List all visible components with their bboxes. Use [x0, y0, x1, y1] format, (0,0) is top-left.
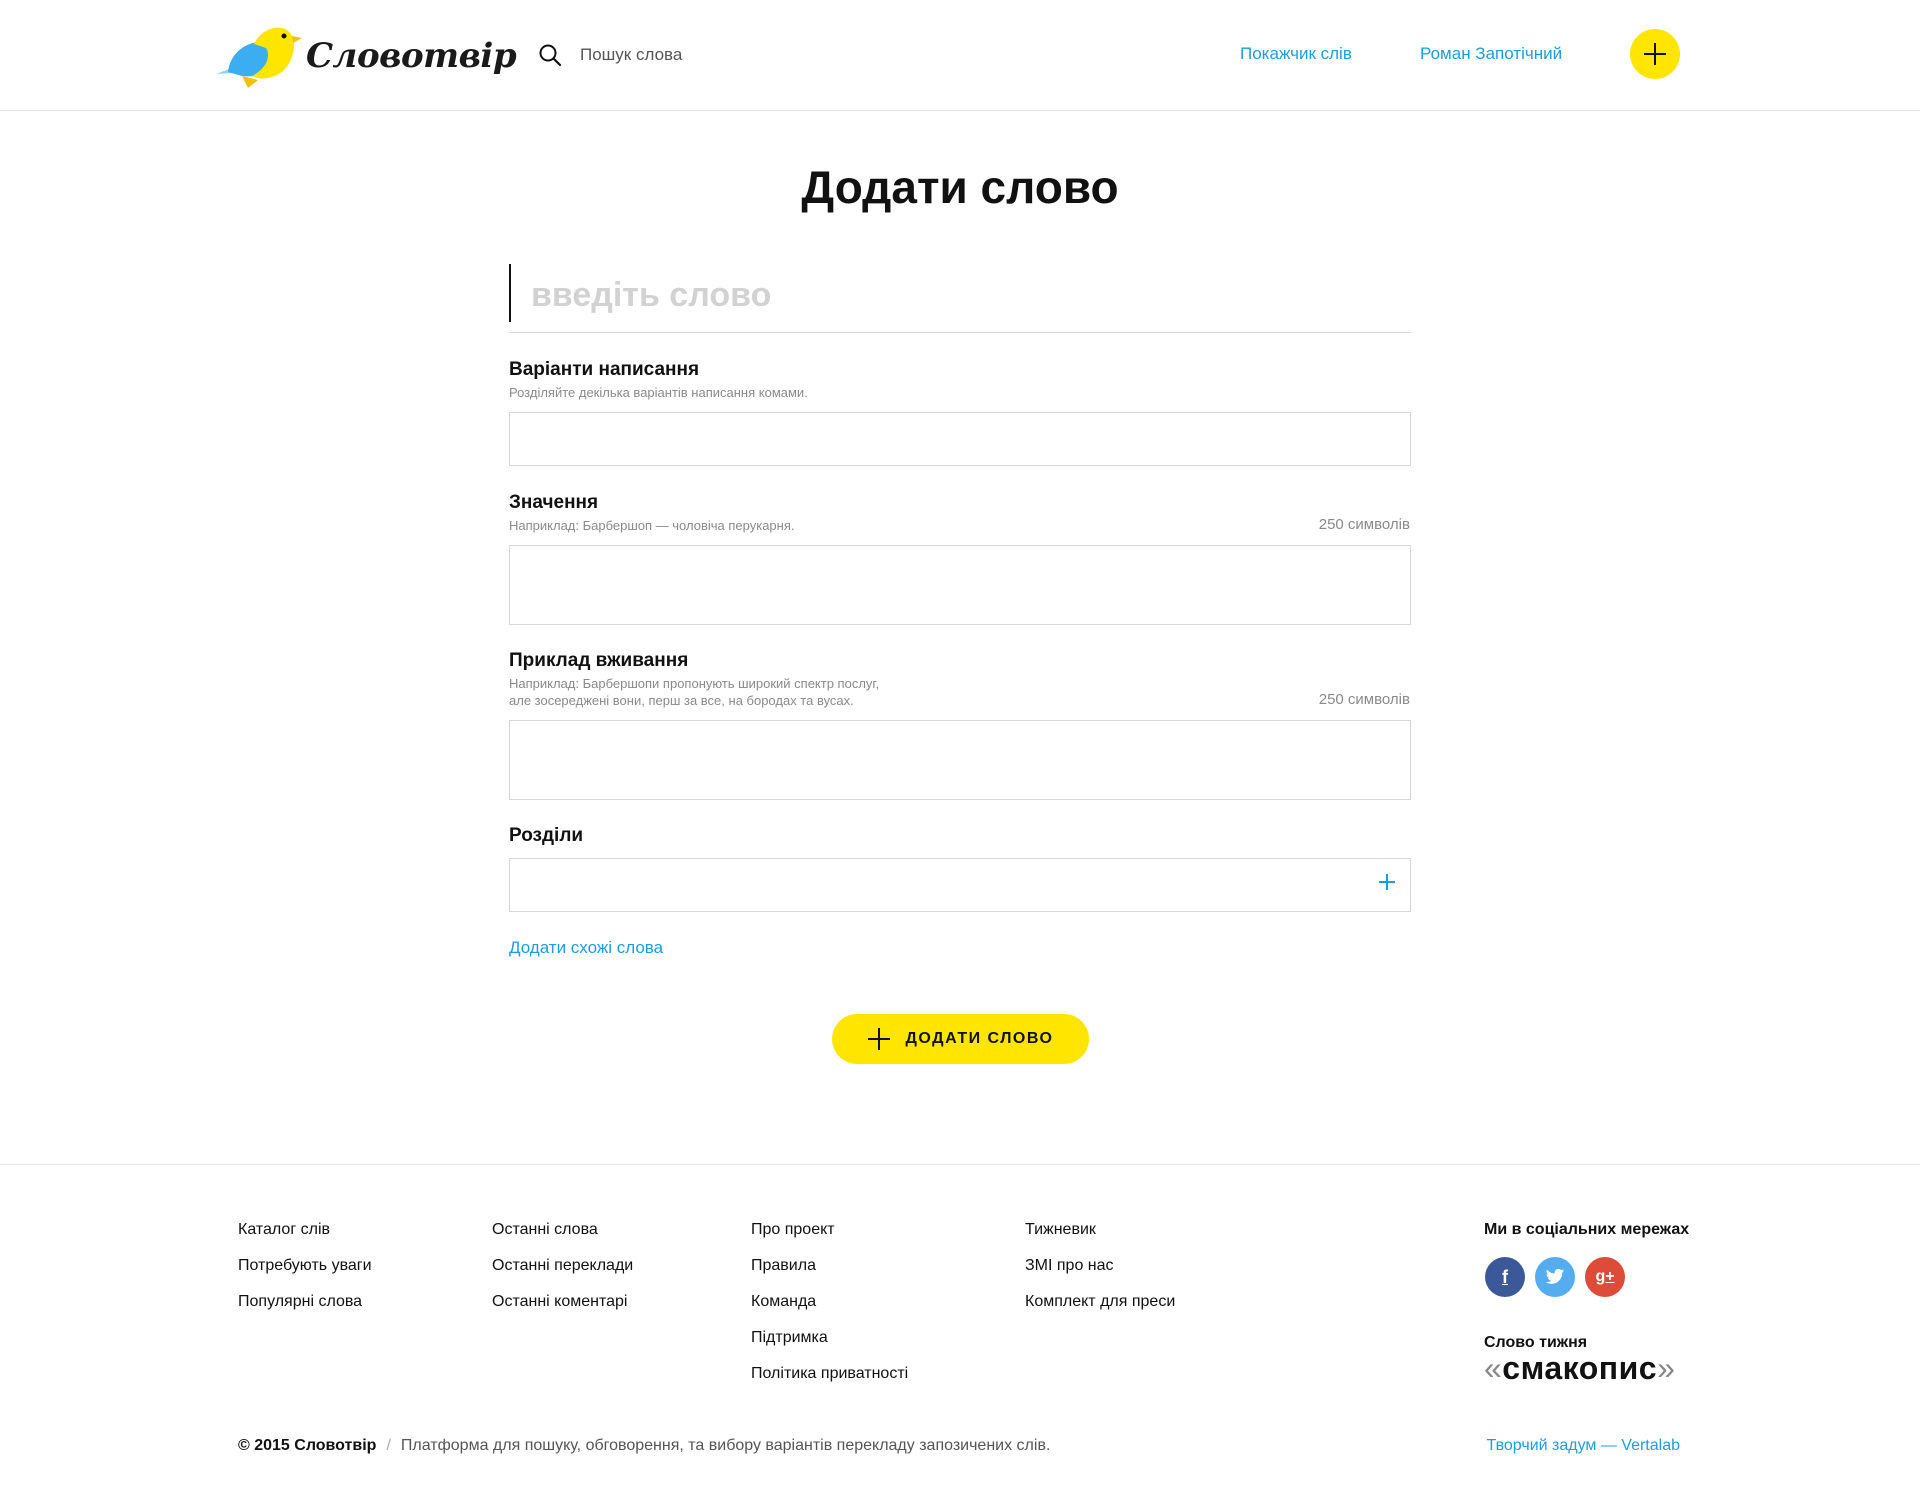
nav-link-user-profile[interactable]: Роман Запотічний	[1420, 44, 1562, 64]
word-of-week-link[interactable]: «смакопис»	[1484, 1350, 1675, 1387]
footer-link[interactable]: ЗМІ про нас	[1025, 1257, 1175, 1293]
quote-open: «	[1484, 1350, 1503, 1386]
googleplus-icon[interactable]: g+	[1585, 1257, 1625, 1297]
quote-close: »	[1657, 1350, 1676, 1386]
footer-link[interactable]: Останні слова	[492, 1221, 633, 1257]
twitter-icon[interactable]	[1535, 1257, 1575, 1297]
sections-field[interactable]	[509, 858, 1411, 912]
plus-icon	[867, 1028, 890, 1050]
example-hint-line-1: Наприклад: Барбершопи пропонують широкий…	[509, 676, 880, 691]
add-word-submit-label: ДОДАТИ СЛОВО	[905, 1030, 1054, 1047]
example-field	[509, 720, 1411, 800]
meaning-hint: Наприклад: Барбершоп — чоловіча перукарн…	[509, 518, 795, 533]
footer-column-press: Тижневик ЗМІ про нас Комплект для преси	[1025, 1221, 1175, 1329]
spellings-label: Варіанти написання	[509, 359, 700, 380]
word-input[interactable]	[529, 270, 1393, 320]
footer-column-recent: Останні слова Останні переклади Останні …	[492, 1221, 633, 1329]
footer-link[interactable]: Популярні слова	[238, 1293, 372, 1329]
footer-link[interactable]: Каталог слів	[238, 1221, 372, 1257]
footer-link[interactable]: Правила	[751, 1257, 908, 1293]
spellings-field	[509, 412, 1411, 466]
add-section-plus-icon[interactable]	[1378, 873, 1396, 891]
meaning-char-count: 250 символів	[1318, 516, 1410, 533]
bird-logo-icon	[216, 27, 302, 88]
footer-column-about: Про проект Правила Команда Підтримка Пол…	[751, 1221, 908, 1401]
spellings-hint: Розділяйте декілька варіантів написання …	[509, 385, 808, 400]
footer-link[interactable]: Комплект для преси	[1025, 1293, 1175, 1329]
search-bar	[538, 40, 882, 70]
footer-link[interactable]: Потребують уваги	[238, 1257, 372, 1293]
copyright-line: © 2015 Словотвір / Платформа для пошуку, о…	[238, 1437, 1050, 1455]
search-input[interactable]	[578, 44, 882, 66]
logo[interactable]: Словотвір	[214, 22, 517, 88]
footer-link[interactable]: Підтримка	[751, 1329, 908, 1365]
vertalab-credit-link[interactable]: Творчий задум — Vertalab	[1487, 1437, 1680, 1455]
example-label: Приклад вживання	[509, 650, 689, 671]
spellings-input[interactable]	[510, 413, 1410, 465]
header: Словотвір Покажчик слів Роман Запотічний	[0, 0, 1920, 111]
logo-text: Словотвір	[306, 36, 517, 76]
facebook-icon[interactable]: f	[1485, 1257, 1525, 1297]
meaning-textarea[interactable]	[510, 546, 1410, 624]
text-cursor	[509, 264, 511, 322]
word-field	[509, 262, 1411, 333]
example-hint-line-2: але зосереджені вони, перш за все, на бо…	[509, 693, 854, 708]
site-description: Платформа для пошуку, обговорення, та ви…	[400, 1437, 1051, 1454]
example-textarea[interactable]	[510, 721, 1410, 799]
nav-link-word-index[interactable]: Покажчик слів	[1240, 44, 1352, 64]
separator: /	[386, 1437, 391, 1454]
copyright-text: © 2015 Словотвір	[238, 1437, 377, 1454]
add-word-header-button[interactable]	[1630, 29, 1680, 79]
add-word-submit-button[interactable]: ДОДАТИ СЛОВО	[832, 1014, 1089, 1064]
meaning-field	[509, 545, 1411, 625]
word-of-week-text: смакопис	[1502, 1350, 1658, 1386]
add-similar-words-link[interactable]: Додати схожі слова	[509, 938, 663, 958]
search-icon[interactable]	[538, 43, 562, 67]
footer-link[interactable]: Команда	[751, 1293, 908, 1329]
footer-link[interactable]: Політика приватності	[751, 1365, 908, 1401]
sections-label: Розділи	[509, 825, 584, 846]
twitter-bird-icon	[1545, 1268, 1565, 1284]
footer-column-catalog: Каталог слів Потребують уваги Популярні …	[238, 1221, 372, 1329]
example-char-count: 250 символів	[1318, 691, 1410, 708]
plus-icon	[1644, 43, 1666, 65]
social-title: Ми в соціальних мережах	[1484, 1221, 1690, 1238]
footer-link[interactable]: Останні коментарі	[492, 1293, 633, 1329]
footer-link[interactable]: Тижневик	[1025, 1221, 1175, 1257]
footer-link[interactable]: Про проект	[751, 1221, 908, 1257]
meaning-label: Значення	[509, 492, 599, 513]
page-title: Додати слово	[801, 161, 1119, 213]
footer-divider	[0, 1164, 1920, 1165]
footer-link[interactable]: Останні переклади	[492, 1257, 633, 1293]
